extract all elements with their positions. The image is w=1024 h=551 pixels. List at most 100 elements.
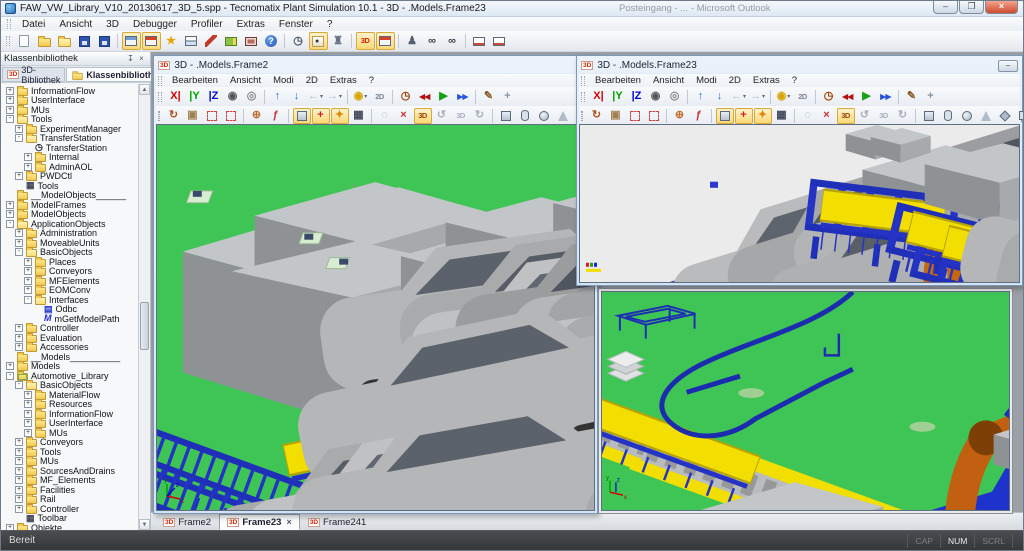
tree-item-informationflow[interactable]: + InformationFlow (3, 408, 138, 419)
expand-icon[interactable]: + (24, 162, 32, 171)
window-3d-icon[interactable] (141, 32, 161, 50)
tools-icon[interactable] (202, 32, 221, 50)
crosshair-icon[interactable]: + (499, 89, 517, 105)
tree-item-controller[interactable]: + Controller (3, 323, 138, 334)
tree-item-facilities[interactable]: + Facilities (3, 484, 138, 495)
tree-item-applicationobjects[interactable]: - ApplicationObjects (3, 218, 138, 229)
2d-switch-icon[interactable]: 2D (794, 89, 812, 105)
expand-icon[interactable]: + (15, 172, 23, 181)
shape-cylinder-icon[interactable] (939, 108, 957, 124)
tree-item-mus[interactable]: + MUs (3, 456, 138, 467)
shape-cylinder-icon[interactable] (516, 108, 534, 124)
show-box-icon[interactable] (715, 107, 734, 124)
menu-item-ansicht[interactable]: Ansicht (647, 75, 690, 86)
forward-icon[interactable]: → ▾ (749, 89, 767, 105)
tree-item-resources[interactable]: + Resources (3, 399, 138, 410)
expand-icon[interactable]: + (15, 229, 23, 238)
ffwd-icon[interactable]: ▶▶ (877, 89, 895, 105)
menu-item-debugger[interactable]: Debugger (126, 19, 184, 30)
3d-mode-icon[interactable]: 3D (413, 107, 432, 124)
move-object-icon[interactable]: ⊕ (248, 108, 266, 124)
scene-3d-icon[interactable]: 3D (452, 108, 470, 124)
collapse-icon[interactable]: - (15, 248, 23, 257)
tab-3d-bibliothek[interactable]: 3D 3D-Bibliothek (2, 65, 66, 85)
expand-icon[interactable]: + (15, 504, 23, 513)
simtalk-icon[interactable]: ♜ (329, 32, 348, 50)
tree-item-conveyors[interactable]: + Conveyors (3, 266, 138, 277)
expand-icon[interactable]: + (15, 476, 23, 485)
pin-icon[interactable]: ↧ (125, 54, 136, 63)
x-axis-icon[interactable]: X| (167, 89, 185, 105)
tree-item-interfaces[interactable]: - Interfaces (3, 294, 138, 305)
user-icon[interactable]: ♟ (403, 32, 422, 50)
tree-item-modelobjects[interactable]: +__ModelObjects______ (3, 190, 138, 201)
scroll-thumb[interactable] (140, 302, 149, 350)
tree-item-mfelements[interactable]: + MFElements (3, 275, 138, 286)
delete-icon[interactable]: × (395, 108, 413, 124)
coordinates-icon[interactable]: ✦ (753, 107, 772, 124)
dropdown-arrow-icon[interactable]: ▾ (339, 93, 342, 100)
menu-item-ansicht[interactable]: Ansicht (224, 75, 267, 86)
expand-icon[interactable]: + (15, 466, 23, 475)
find-icon[interactable]: ∞ (443, 32, 462, 50)
tree-item-automotivelibrary[interactable]: - Automotive_Library (3, 370, 138, 381)
menu-item-ansicht[interactable]: Ansicht (52, 19, 99, 30)
expand-icon[interactable]: + (24, 428, 32, 437)
expand-icon[interactable]: + (15, 438, 23, 447)
tree-item-mus[interactable]: + MUs (3, 427, 138, 438)
menu-item-datei[interactable]: Datei (15, 19, 52, 30)
tree-item-mfelements[interactable]: + MF_Elements (3, 475, 138, 486)
reset-view-icon[interactable]: ↻ (471, 108, 489, 124)
expand-icon[interactable]: + (24, 286, 32, 295)
dropdown-arrow-icon[interactable]: ▾ (364, 93, 367, 100)
close-button[interactable]: × (985, 1, 1018, 14)
shape-box-icon[interactable] (920, 108, 938, 124)
menubar-grip[interactable] (7, 19, 11, 29)
focus-icon[interactable]: ◉ ▾ (352, 89, 370, 105)
brush-icon[interactable]: ✎ (480, 89, 498, 105)
tree-item-controller[interactable]: + Controller (3, 503, 138, 514)
expand-icon[interactable]: + (6, 86, 14, 95)
eye-icon[interactable]: ◉ (647, 89, 665, 105)
expand-icon[interactable]: + (24, 409, 32, 418)
frame241-viewport[interactable]: y x z (601, 291, 1010, 511)
find-objects-icon[interactable]: ∞ (423, 32, 442, 50)
tree-item-places[interactable]: + Places (3, 256, 138, 267)
toolbar-grip[interactable] (158, 110, 160, 121)
menu-item-3d[interactable]: 3D (99, 19, 126, 30)
expand-icon[interactable]: + (24, 257, 32, 266)
tree-item-objekte[interactable]: + Objekte (3, 522, 138, 530)
menu-item-profiler[interactable]: Profiler (184, 19, 230, 30)
panel-close-icon[interactable]: × (136, 54, 147, 63)
snapshot-icon[interactable]: ▣ (184, 108, 202, 124)
help-icon[interactable]: ? (262, 32, 281, 50)
select-area-icon[interactable] (626, 108, 644, 124)
maximize-button[interactable]: ❐ (959, 1, 984, 14)
select-objects-icon[interactable] (645, 108, 663, 124)
stopwatch-icon[interactable]: ◷ (820, 89, 838, 105)
collapse-icon[interactable]: - (6, 219, 14, 228)
reset-sim-icon[interactable]: ◀◀ (839, 89, 857, 105)
save-as-icon[interactable] (95, 32, 114, 50)
menu-item-modi[interactable]: Modi (690, 75, 723, 86)
expand-icon[interactable]: + (6, 210, 14, 219)
tree-item-evaluation[interactable]: + Evaluation (3, 332, 138, 343)
expand-icon[interactable]: + (15, 457, 23, 466)
show-box-icon[interactable] (292, 107, 311, 124)
zoom-icon[interactable]: ◎ (243, 89, 261, 105)
tree-item-toolbar[interactable]: +▦Toolbar (3, 513, 138, 523)
tree-item-mgetmodelpath[interactable]: +MmGetModelPath (3, 314, 138, 324)
package-icon[interactable] (222, 32, 241, 50)
z-axis-icon[interactable]: |Z (628, 89, 646, 105)
minimize-button[interactable]: – (933, 1, 958, 14)
scroll-down-icon[interactable]: ▼ (139, 519, 150, 530)
menu-item-2d[interactable]: 2D (723, 75, 747, 86)
tree-item-modelobjects[interactable]: + ModelObjects (3, 209, 138, 220)
expand-icon[interactable]: + (6, 96, 14, 105)
dropdown-arrow-icon[interactable]: ▾ (787, 93, 790, 100)
toolbar-grip[interactable] (6, 36, 10, 46)
animation-icon[interactable]: ƒ (690, 108, 708, 124)
up-icon[interactable]: ↑ (692, 89, 710, 105)
tree-item-tools[interactable]: - Tools (3, 114, 138, 125)
shape-extrude-icon[interactable] (1015, 108, 1023, 124)
